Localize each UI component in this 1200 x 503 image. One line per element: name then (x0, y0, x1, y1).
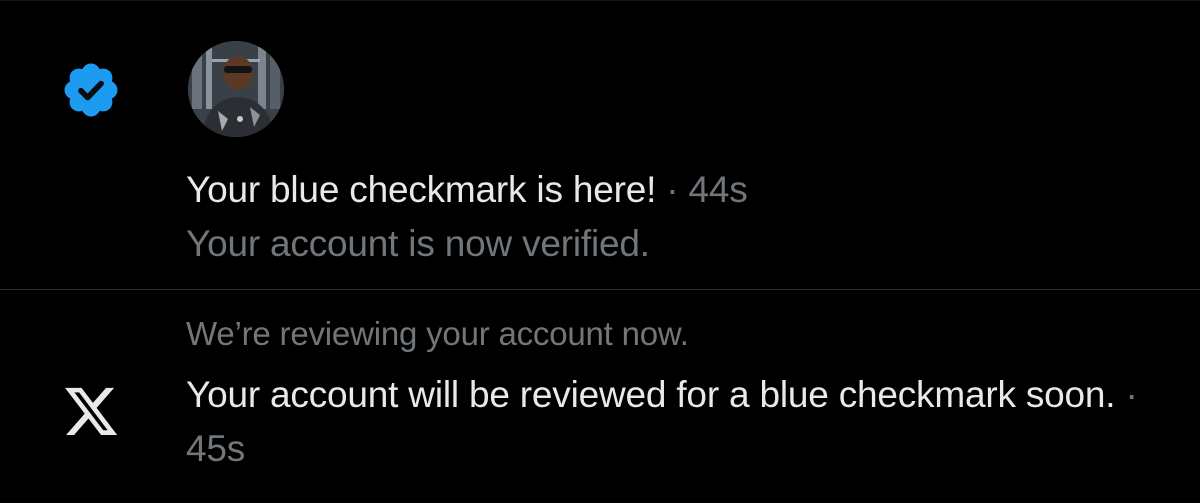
x-logo-icon (65, 387, 118, 435)
notification-title: Your blue checkmark is here! (186, 169, 657, 210)
separator-dot: · (1115, 374, 1138, 415)
timestamp: 45s (186, 428, 246, 469)
notification-title-line: Your account will be reviewed for a blue… (186, 368, 1160, 476)
separator-dot: · (656, 169, 689, 210)
notifications-feed: Your blue checkmark is here! · 44s Your … (0, 0, 1200, 503)
notification-context: We’re reviewing your account now. (186, 315, 689, 352)
timestamp: 44s (688, 169, 748, 210)
notification-verified[interactable]: Your blue checkmark is here! · 44s Your … (0, 1, 1200, 289)
notification-title-line: Your blue checkmark is here! · 44s (186, 164, 1160, 216)
notification-review[interactable]: We’re reviewing your account now. Your a… (0, 290, 1200, 503)
avatar-image (188, 41, 284, 137)
notification-body: Your account is now verified. (186, 223, 650, 264)
notification-title: Your account will be reviewed for a blue… (186, 374, 1116, 415)
verified-badge-icon (64, 63, 118, 117)
avatar[interactable] (188, 41, 284, 137)
